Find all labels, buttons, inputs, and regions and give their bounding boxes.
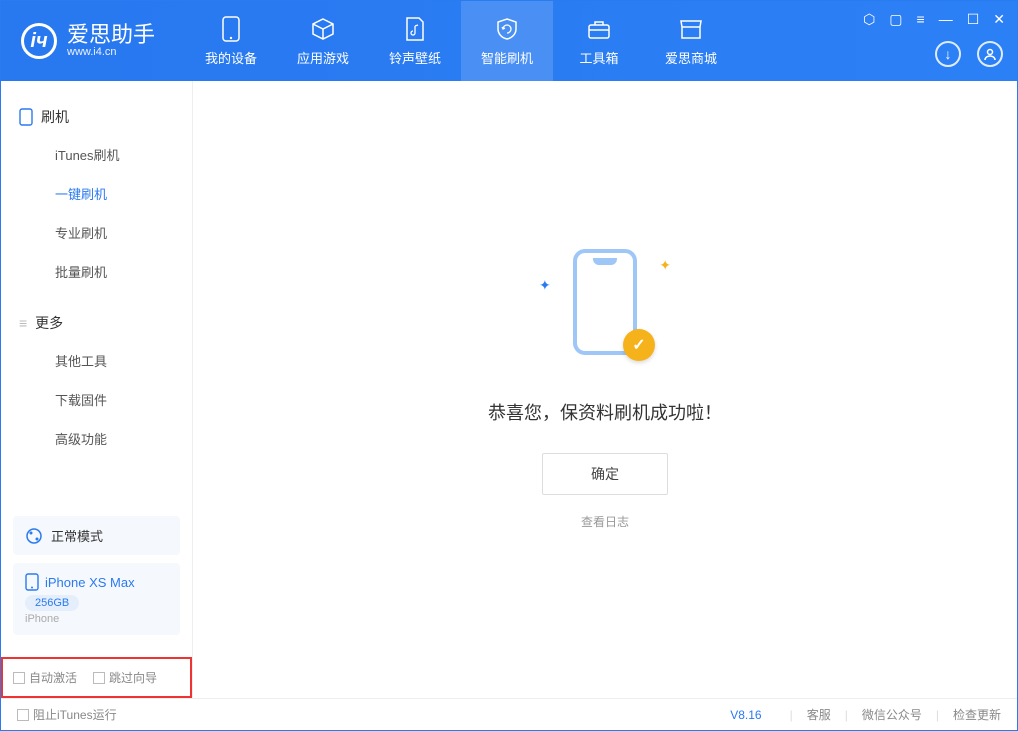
separator: | <box>790 708 793 722</box>
success-message: 恭喜您，保资料刷机成功啦！ <box>488 399 722 425</box>
lock-icon[interactable]: ▢ <box>889 11 902 28</box>
tab-toolbox[interactable]: 工具箱 <box>553 1 645 81</box>
checkbox-block-itunes[interactable]: 阻止iTunes运行 <box>17 706 117 723</box>
footer-link-wechat[interactable]: 微信公众号 <box>862 706 922 723</box>
tab-ringtones[interactable]: 铃声壁纸 <box>369 1 461 81</box>
success-check-icon: ✓ <box>623 329 655 361</box>
tab-label: 我的设备 <box>205 48 257 67</box>
sidebar-item-batch-flash[interactable]: 批量刷机 <box>1 252 192 291</box>
window-controls: ⬡ ▢ ≡ — ☐ ✕ <box>863 11 1005 28</box>
user-icon[interactable] <box>977 41 1003 67</box>
device-capacity: 256GB <box>25 595 79 611</box>
checkbox-label: 阻止iTunes运行 <box>33 706 117 723</box>
phone-icon <box>218 16 244 42</box>
mode-label: 正常模式 <box>51 526 103 545</box>
ok-button[interactable]: 确定 <box>542 453 668 495</box>
app-header: iч 爱思助手 www.i4.cn 我的设备 应用游戏 铃声壁纸 智能刷机 工具… <box>1 1 1017 81</box>
main-content: ✦ ✦ ✓ 恭喜您，保资料刷机成功啦！ 确定 查看日志 <box>193 81 1017 698</box>
music-file-icon <box>402 16 428 42</box>
tab-label: 工具箱 <box>580 48 619 67</box>
footer-link-update[interactable]: 检查更新 <box>953 706 1001 723</box>
menu-icon[interactable]: ≡ <box>917 11 925 28</box>
sidebar-item-advanced[interactable]: 高级功能 <box>1 419 192 458</box>
sparkle-icon: ✦ <box>539 277 551 294</box>
sidebar-item-other-tools[interactable]: 其他工具 <box>1 341 192 380</box>
list-icon: ≡ <box>19 315 27 331</box>
checkbox-label: 自动激活 <box>29 669 77 686</box>
device-type: iPhone <box>25 613 168 625</box>
tab-apps-games[interactable]: 应用游戏 <box>277 1 369 81</box>
close-icon[interactable]: ✕ <box>993 11 1005 28</box>
sparkle-icon: ✦ <box>659 257 671 274</box>
phone-outline-icon <box>19 108 33 126</box>
sidebar-group-more: ≡ 更多 <box>1 305 192 341</box>
logo-icon: iч <box>21 23 57 59</box>
tab-store[interactable]: 爱思商城 <box>645 1 737 81</box>
shield-refresh-icon <box>494 16 520 42</box>
cube-icon <box>310 16 336 42</box>
checkbox-auto-activate[interactable]: 自动激活 <box>13 669 77 686</box>
toolbox-icon <box>586 16 612 42</box>
sidebar-item-itunes-flash[interactable]: iTunes刷机 <box>1 135 192 174</box>
tab-my-device[interactable]: 我的设备 <box>185 1 277 81</box>
tab-smart-flash[interactable]: 智能刷机 <box>461 1 553 81</box>
sidebar-item-pro-flash[interactable]: 专业刷机 <box>1 213 192 252</box>
sidebar-group-flash: 刷机 <box>1 99 192 135</box>
maximize-icon[interactable]: ☐ <box>967 11 980 28</box>
tab-label: 爱思商城 <box>665 48 717 67</box>
separator: | <box>936 708 939 722</box>
app-url: www.i4.cn <box>67 46 155 58</box>
tab-label: 铃声壁纸 <box>389 48 441 67</box>
footer-link-support[interactable]: 客服 <box>807 706 831 723</box>
device-phone-icon <box>25 573 39 591</box>
highlighted-options: 自动激活 跳过向导 <box>1 657 192 698</box>
separator: | <box>845 708 848 722</box>
header-action-icons: ↓ <box>935 41 1003 67</box>
mode-icon <box>25 527 43 545</box>
tab-label: 智能刷机 <box>481 48 533 67</box>
sidebar-group-label: 刷机 <box>41 107 69 127</box>
app-name: 爱思助手 <box>67 24 155 46</box>
checkbox-label: 跳过向导 <box>109 669 157 686</box>
main-tabs: 我的设备 应用游戏 铃声壁纸 智能刷机 工具箱 爱思商城 <box>185 1 737 81</box>
logo-block: iч 爱思助手 www.i4.cn <box>1 23 175 59</box>
sidebar-group-label: 更多 <box>35 313 63 333</box>
device-box[interactable]: iPhone XS Max 256GB iPhone <box>13 563 180 635</box>
download-icon[interactable]: ↓ <box>935 41 961 67</box>
view-log-link[interactable]: 查看日志 <box>581 513 629 530</box>
checkbox-skip-guide[interactable]: 跳过向导 <box>93 669 157 686</box>
version-label: V8.16 <box>730 708 761 722</box>
minimize-icon[interactable]: — <box>939 11 953 28</box>
sidebar-item-oneclick-flash[interactable]: 一键刷机 <box>1 174 192 213</box>
footer: 阻止iTunes运行 V8.16 | 客服 | 微信公众号 | 检查更新 <box>1 698 1017 730</box>
success-illustration: ✦ ✦ ✓ <box>545 249 665 369</box>
mode-box[interactable]: 正常模式 <box>13 516 180 555</box>
sidebar: 刷机 iTunes刷机 一键刷机 专业刷机 批量刷机 ≡ 更多 其他工具 下载固… <box>1 81 193 698</box>
store-icon <box>678 16 704 42</box>
shirt-icon[interactable]: ⬡ <box>863 11 875 28</box>
tab-label: 应用游戏 <box>297 48 349 67</box>
device-name: iPhone XS Max <box>45 575 135 590</box>
sidebar-item-download-firmware[interactable]: 下载固件 <box>1 380 192 419</box>
